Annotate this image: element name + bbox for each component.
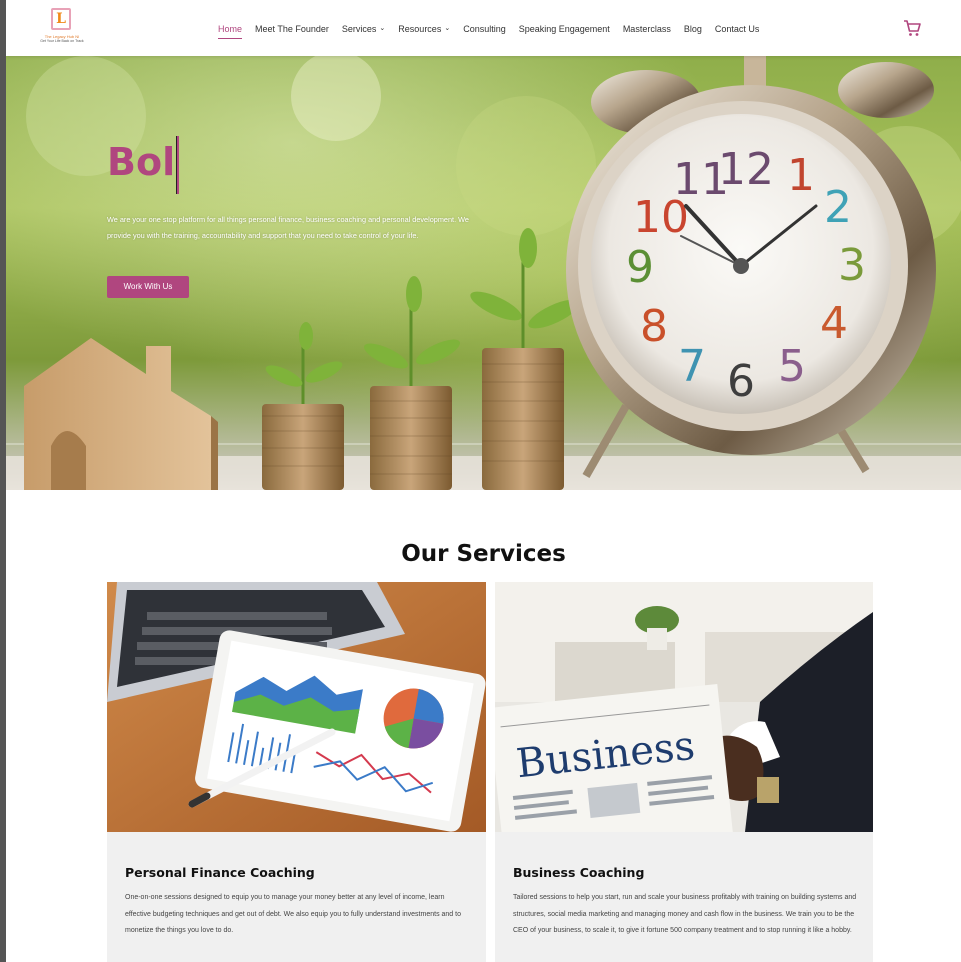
logo-mark: L: [51, 8, 71, 30]
cart-icon[interactable]: [902, 18, 922, 38]
clock-numeral: 1: [787, 150, 815, 201]
business-coaching-image: Business: [495, 582, 873, 832]
hero-background-image: 12 1 2 3 4 5 6 7 8 9 10 11: [6, 56, 961, 490]
nav-home[interactable]: Home: [218, 18, 243, 40]
personal-finance-image: [107, 582, 486, 832]
chevron-down-icon: ⌄: [444, 25, 451, 32]
hero-title: Bol: [107, 140, 176, 184]
site-logo[interactable]: L The Legacy Hub NI Get Your Life Back o…: [40, 8, 84, 48]
clock-numeral: 2: [824, 182, 852, 233]
nav-label: Consulting: [463, 24, 506, 34]
clock-numeral: 3: [838, 240, 866, 291]
main-nav: Home Meet The Founder Services ⌄ Resource…: [218, 18, 772, 40]
service-card-title: Business Coaching: [513, 865, 645, 880]
hero-banner: 12 1 2 3 4 5 6 7 8 9 10 11 Bol We are yo…: [6, 56, 961, 490]
nav-label: Resources: [398, 24, 442, 34]
nav-label: Home: [218, 24, 243, 34]
site-header: L The Legacy Hub NI Get Your Life Back o…: [6, 0, 961, 56]
service-card-text: Tailored sessions to help you start, run…: [513, 894, 857, 934]
hero-description: We are your one stop platform for all th…: [107, 215, 469, 240]
clock-numeral: 5: [778, 341, 806, 392]
nav-services[interactable]: Services ⌄: [342, 18, 385, 40]
service-card-text: One-on-one sessions designed to equip yo…: [125, 894, 461, 934]
services-heading: Our Services: [401, 541, 566, 567]
nav-label: Masterclass: [622, 24, 671, 34]
clock-numeral: 9: [626, 242, 654, 293]
nav-masterclass[interactable]: Masterclass: [623, 18, 671, 40]
nav-resources[interactable]: Resources ⌄: [398, 18, 450, 40]
logo-letter: L: [56, 11, 66, 27]
clock-numeral: 8: [640, 301, 668, 352]
chevron-down-icon: ⌄: [379, 25, 386, 32]
typing-cursor: [176, 136, 179, 194]
clock-numeral: 4: [820, 298, 848, 349]
nav-label: Blog: [683, 24, 702, 34]
service-card-title: Personal Finance Coaching: [125, 865, 315, 880]
nav-label: Meet The Founder: [255, 24, 329, 34]
clock-numeral: 11: [673, 154, 729, 205]
logo-tagline: Get Your Life Back on Track: [40, 39, 84, 43]
nav-label: Contact Us: [714, 24, 760, 34]
work-with-us-button[interactable]: Work With Us: [107, 276, 189, 298]
nav-label: Speaking Engagement: [518, 24, 610, 34]
clock-numeral: 7: [678, 341, 706, 392]
nav-consulting[interactable]: Consulting: [463, 18, 506, 40]
service-card-business[interactable]: Business Business Coaching Tailored sess…: [495, 582, 873, 962]
nav-contact-us[interactable]: Contact Us: [715, 18, 760, 40]
clock-numeral: 6: [727, 356, 755, 407]
nav-label: Services: [341, 24, 377, 34]
page: L The Legacy Hub NI Get Your Life Back o…: [6, 0, 961, 962]
nav-speaking-engagement[interactable]: Speaking Engagement: [519, 18, 610, 40]
nav-meet-the-founder[interactable]: Meet The Founder: [255, 18, 329, 40]
service-card-personal-finance[interactable]: Personal Finance Coaching One-on-one ses…: [107, 582, 486, 962]
nav-blog[interactable]: Blog: [684, 18, 702, 40]
